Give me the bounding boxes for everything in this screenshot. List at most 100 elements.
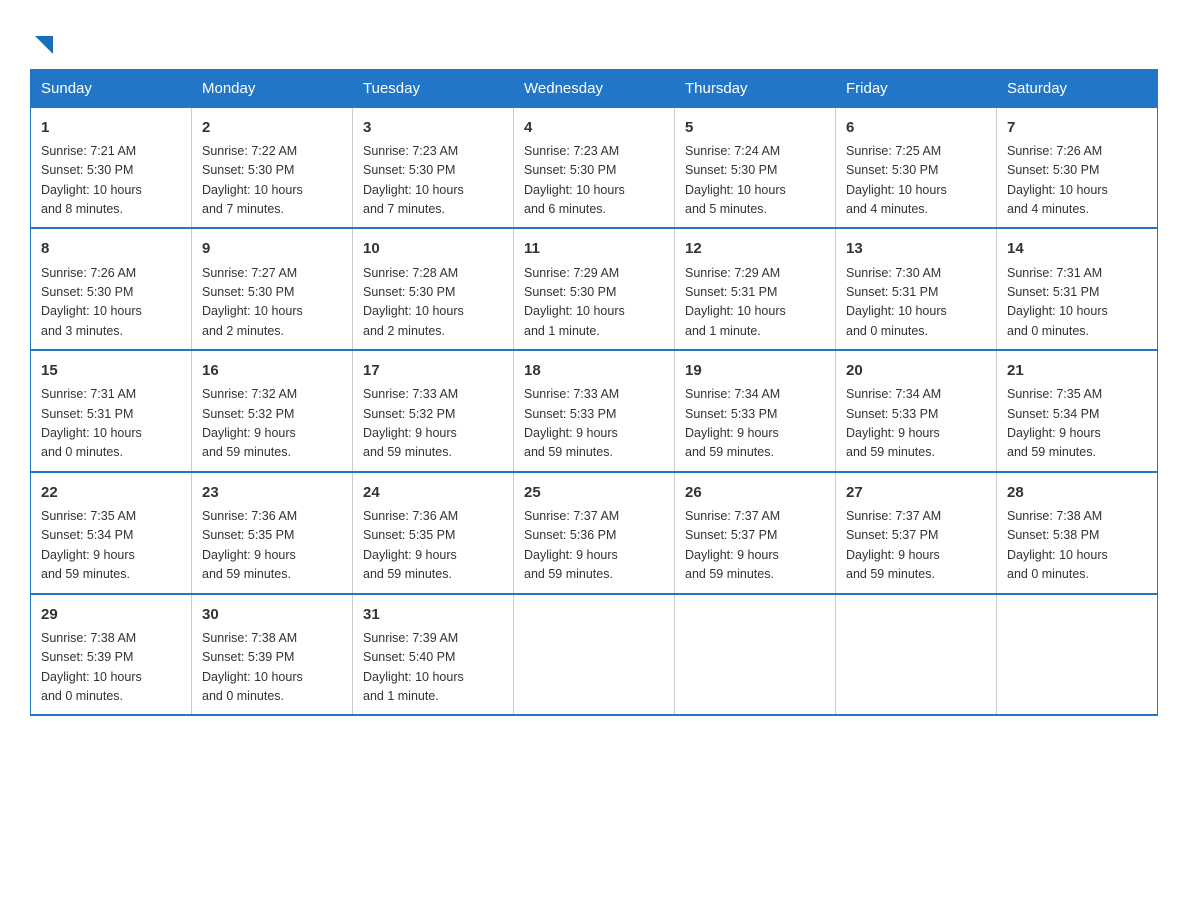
day-info-line: Sunset: 5:35 PM [363,526,503,545]
day-cell: 12 Sunrise: 7:29 AMSunset: 5:31 PMDayligh… [675,228,836,350]
day-info-line: Daylight: 10 hours [685,181,825,200]
day-info-line: and 1 minute. [524,322,664,341]
day-info-line: Daylight: 10 hours [1007,302,1147,321]
day-number: 13 [846,237,986,260]
day-info-line: Sunset: 5:38 PM [1007,526,1147,545]
day-info-line: Sunrise: 7:30 AM [846,264,986,283]
header-wednesday: Wednesday [514,69,675,107]
day-number: 20 [846,359,986,382]
day-cell: 30Sunrise: 7:38 AMSunset: 5:39 PMDayligh… [192,594,353,716]
day-cell: 23Sunrise: 7:36 AMSunset: 5:35 PMDayligh… [192,472,353,594]
day-info-line: Daylight: 10 hours [524,302,664,321]
day-number: 12 [685,237,825,260]
day-cell: 31Sunrise: 7:39 AMSunset: 5:40 PMDayligh… [353,594,514,716]
day-info-line: and 59 minutes. [363,443,503,462]
day-info-line: and 3 minutes. [41,322,181,341]
day-number: 28 [1007,481,1147,504]
page-header [30,20,1158,61]
day-info-line: Daylight: 10 hours [685,302,825,321]
day-info-line: Daylight: 9 hours [202,424,342,443]
day-info-line: and 6 minutes. [524,200,664,219]
day-cell: 20Sunrise: 7:34 AMSunset: 5:33 PMDayligh… [836,350,997,472]
day-cell: 3Sunrise: 7:23 AMSunset: 5:30 PMDaylight… [353,107,514,228]
calendar-table: SundayMondayTuesdayWednesdayThursdayFrid… [30,69,1158,717]
day-info-line: Sunset: 5:32 PM [202,405,342,424]
day-cell: 14Sunrise: 7:31 AMSunset: 5:31 PMDayligh… [997,228,1158,350]
day-info-line: Sunrise: 7:25 AM [846,142,986,161]
day-info-line: Sunset: 5:30 PM [524,283,664,302]
day-info-line: Sunset: 5:31 PM [685,283,825,302]
day-number: 21 [1007,359,1147,382]
header-sunday: Sunday [31,69,192,107]
day-cell: 25Sunrise: 7:37 AMSunset: 5:36 PMDayligh… [514,472,675,594]
day-info-line: Sunset: 5:30 PM [846,161,986,180]
day-info-line: Sunset: 5:30 PM [41,161,181,180]
day-number: 10 [363,237,503,260]
day-info-line: and 0 minutes. [41,443,181,462]
day-info-line: Sunset: 5:37 PM [846,526,986,545]
day-info-line: Sunrise: 7:28 AM [363,264,503,283]
day-cell: 10 Sunrise: 7:28 AMSunset: 5:30 PMDayligh… [353,228,514,350]
day-info-line: Sunset: 5:31 PM [846,283,986,302]
day-number: 3 [363,116,503,139]
day-info-line: Daylight: 10 hours [41,302,181,321]
day-number: 7 [1007,116,1147,139]
day-cell: 11Sunrise: 7:29 AMSunset: 5:30 PMDayligh… [514,228,675,350]
day-info-line: Daylight: 10 hours [202,302,342,321]
header-monday: Monday [192,69,353,107]
day-info-line: Sunset: 5:34 PM [1007,405,1147,424]
day-info-line: Daylight: 10 hours [524,181,664,200]
day-cell: 21Sunrise: 7:35 AMSunset: 5:34 PMDayligh… [997,350,1158,472]
day-cell: 2Sunrise: 7:22 AMSunset: 5:30 PMDaylight… [192,107,353,228]
day-number: 27 [846,481,986,504]
day-info-line: Sunset: 5:34 PM [41,526,181,545]
day-number: 4 [524,116,664,139]
day-info-line: Daylight: 10 hours [202,668,342,687]
day-info-line: and 2 minutes. [202,322,342,341]
day-number: 25 [524,481,664,504]
day-info-line: Sunrise: 7:31 AM [1007,264,1147,283]
day-info-line: Daylight: 9 hours [41,546,181,565]
day-info-line: Daylight: 9 hours [524,546,664,565]
day-info-line: and 1 minute. [363,687,503,706]
day-info-line: and 2 minutes. [363,322,503,341]
day-cell: 24Sunrise: 7:36 AMSunset: 5:35 PMDayligh… [353,472,514,594]
day-info-line: Sunrise: 7:34 AM [846,385,986,404]
day-info-line: Sunset: 5:30 PM [524,161,664,180]
day-info-line: Sunrise: 7:23 AM [363,142,503,161]
day-info-line: Daylight: 9 hours [846,424,986,443]
day-info-line: and 0 minutes. [1007,322,1147,341]
day-info-line: Sunset: 5:37 PM [685,526,825,545]
day-info-line: and 59 minutes. [846,565,986,584]
day-info-line: Sunrise: 7:38 AM [202,629,342,648]
header-saturday: Saturday [997,69,1158,107]
day-info-line: Sunrise: 7:31 AM [41,385,181,404]
day-info-line: and 4 minutes. [846,200,986,219]
day-info-line: Sunrise: 7:33 AM [363,385,503,404]
day-info-line: and 59 minutes. [524,443,664,462]
header-thursday: Thursday [675,69,836,107]
day-info-line: and 59 minutes. [846,443,986,462]
day-cell: 22Sunrise: 7:35 AMSunset: 5:34 PMDayligh… [31,472,192,594]
day-number: 26 [685,481,825,504]
day-cell [836,594,997,716]
day-info-line: and 7 minutes. [363,200,503,219]
day-number: 29 [41,603,181,626]
day-info-line: and 59 minutes. [363,565,503,584]
day-info-line: Sunset: 5:30 PM [363,283,503,302]
day-info-line: Sunrise: 7:37 AM [524,507,664,526]
day-number: 6 [846,116,986,139]
day-info-line: and 0 minutes. [202,687,342,706]
day-cell: 13Sunrise: 7:30 AMSunset: 5:31 PMDayligh… [836,228,997,350]
day-info-line: Sunrise: 7:38 AM [1007,507,1147,526]
day-info-line: and 0 minutes. [846,322,986,341]
day-info-line: Sunrise: 7:29 AM [685,264,825,283]
day-info-line: Daylight: 10 hours [363,302,503,321]
day-cell: 27Sunrise: 7:37 AMSunset: 5:37 PMDayligh… [836,472,997,594]
day-cell: 28Sunrise: 7:38 AMSunset: 5:38 PMDayligh… [997,472,1158,594]
day-number: 23 [202,481,342,504]
day-info-line: Daylight: 9 hours [363,546,503,565]
day-number: 2 [202,116,342,139]
day-cell: 17Sunrise: 7:33 AMSunset: 5:32 PMDayligh… [353,350,514,472]
day-cell: 4Sunrise: 7:23 AMSunset: 5:30 PMDaylight… [514,107,675,228]
